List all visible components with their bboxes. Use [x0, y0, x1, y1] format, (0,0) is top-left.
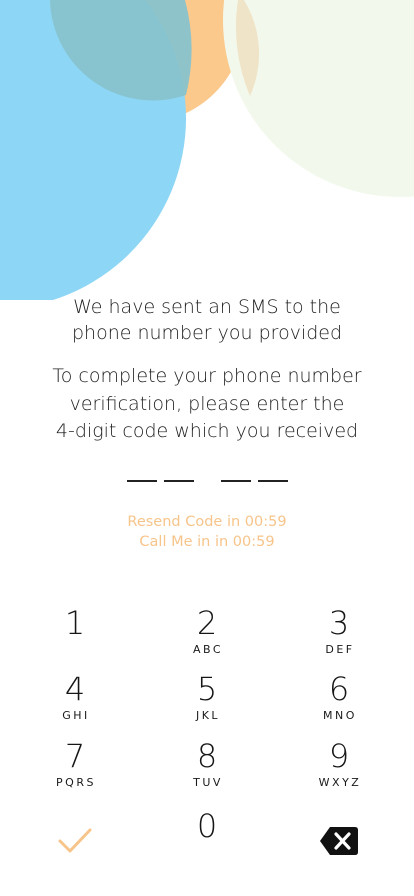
key-8[interactable]: 8 TUV — [142, 736, 272, 796]
key-digit: 6 — [328, 670, 350, 708]
key-4[interactable]: 4 GHI — [10, 669, 140, 729]
key-letters: GHI — [62, 709, 90, 722]
instruction-line: verification, please enter the — [69, 392, 345, 415]
key-digit: 5 — [196, 670, 218, 708]
message-line: We have sent an SMS to the — [73, 296, 341, 318]
code-input[interactable] — [0, 480, 414, 484]
instruction-line: 4-digit code which you received — [55, 420, 359, 442]
key-letters: PQRS — [56, 776, 96, 789]
key-letters: MNO — [323, 709, 357, 722]
message-line: phone number you provided — [71, 322, 343, 344]
confirm-button[interactable] — [10, 806, 140, 866]
key-0[interactable]: 0 — [142, 806, 272, 866]
checkmark-icon — [58, 828, 92, 853]
code-digit-slot[interactable] — [164, 480, 194, 482]
call-me-link[interactable]: Call Me in in 00:59 — [0, 532, 414, 552]
resend-code-link[interactable]: Resend Code in 00:59 — [0, 512, 414, 532]
key-1[interactable]: 1 — [10, 603, 140, 663]
key-letters: WXYZ — [318, 776, 362, 789]
key-letters: DEF — [325, 643, 355, 656]
key-digit: 2 — [196, 604, 218, 642]
key-digit: 3 — [328, 604, 350, 642]
key-digit: 8 — [196, 737, 218, 775]
key-digit: 4 — [64, 670, 86, 708]
key-digit: 0 — [196, 807, 218, 845]
sms-sent-message: We have sent an SMS to the phone number … — [0, 294, 414, 346]
key-letters: JKL — [195, 709, 221, 722]
delete-button[interactable] — [274, 806, 404, 866]
key-2[interactable]: 2 ABC — [142, 603, 272, 663]
key-5[interactable]: 5 JKL — [142, 669, 272, 729]
code-digit-slot[interactable] — [258, 480, 288, 482]
key-9[interactable]: 9 WXYZ — [274, 736, 404, 796]
key-digit: 1 — [64, 604, 86, 642]
key-3[interactable]: 3 DEF — [274, 603, 404, 663]
key-6[interactable]: 6 MNO — [274, 669, 404, 729]
verification-instructions: To complete your phone number verificati… — [0, 363, 414, 446]
code-digit-slot[interactable] — [221, 480, 251, 482]
key-digit: 7 — [64, 737, 86, 775]
key-letters: TUV — [193, 776, 223, 789]
key-letters: ABC — [192, 643, 224, 656]
key-7[interactable]: 7 PQRS — [10, 736, 140, 796]
code-digit-slot[interactable] — [127, 480, 157, 482]
decorative-background — [0, 0, 414, 300]
key-digit: 9 — [328, 737, 350, 775]
backspace-icon — [320, 827, 358, 855]
instruction-line: To complete your phone number — [52, 365, 362, 387]
